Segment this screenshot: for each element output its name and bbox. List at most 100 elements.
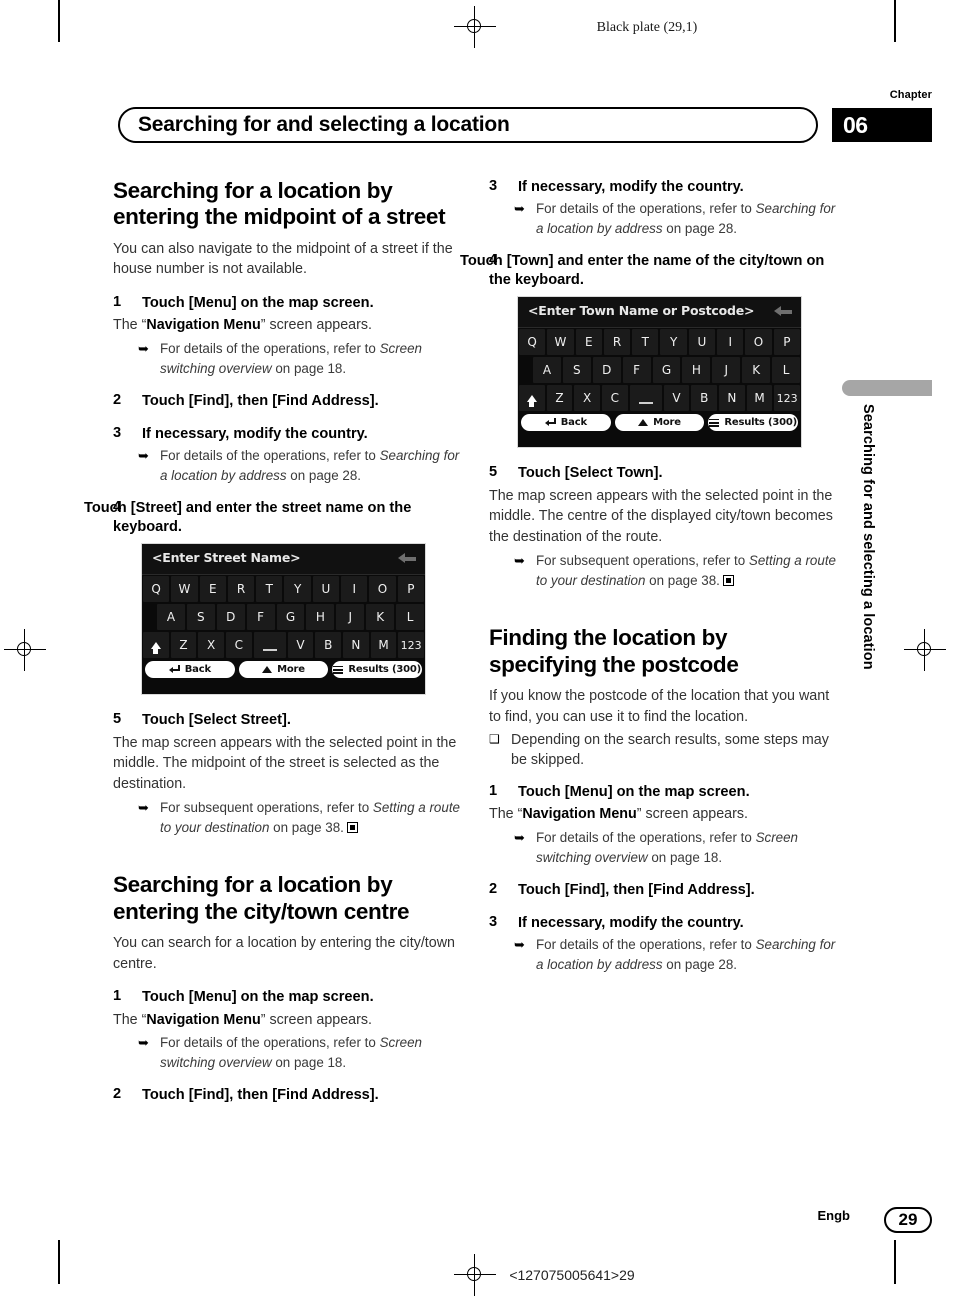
- keyboard-input-bar[interactable]: <Enter Town Name or Postcode>: [518, 297, 801, 329]
- key-k[interactable]: K: [742, 357, 771, 384]
- note-plain-2: on page 18.: [271, 1055, 347, 1071]
- key-z[interactable]: Z: [546, 385, 573, 412]
- more-button[interactable]: More: [614, 414, 705, 432]
- return-arrow-icon: [168, 665, 180, 674]
- left-column: Searching for a location by entering the…: [84, 178, 461, 1107]
- key-c[interactable]: C: [601, 385, 628, 412]
- key-i[interactable]: I: [717, 329, 744, 356]
- results-button[interactable]: Results (300): [332, 661, 423, 679]
- key-j[interactable]: J: [336, 604, 365, 631]
- key-y[interactable]: Y: [660, 329, 687, 356]
- key-c[interactable]: C: [225, 632, 252, 659]
- key-r[interactable]: R: [227, 576, 255, 603]
- back-button[interactable]: Back: [521, 414, 611, 432]
- reference-note: ➥ For details of the operations, refer t…: [113, 446, 461, 486]
- key-j[interactable]: J: [712, 357, 741, 384]
- result-suffix: ” screen appears.: [636, 806, 749, 823]
- key-m[interactable]: M: [746, 385, 773, 412]
- step-text: Touch [Street] and enter the street name…: [84, 499, 412, 536]
- step-result: The map screen appears with the selected…: [113, 734, 457, 793]
- key-s[interactable]: S: [562, 357, 591, 384]
- key-numeric-toggle[interactable]: 123: [398, 632, 424, 659]
- step-number: 2: [113, 391, 122, 408]
- reference-text: For subsequent operations, refer to Sett…: [160, 798, 461, 838]
- results-button[interactable]: Results (300): [708, 414, 799, 432]
- backspace-arrow-icon[interactable]: [398, 553, 416, 564]
- key-numeric-toggle[interactable]: 123: [774, 385, 800, 412]
- key-g[interactable]: G: [652, 357, 681, 384]
- key-x[interactable]: X: [574, 385, 600, 412]
- key-e[interactable]: E: [575, 329, 602, 356]
- key-o[interactable]: O: [745, 329, 772, 356]
- key-q[interactable]: Q: [519, 329, 546, 356]
- key-u[interactable]: U: [688, 329, 716, 356]
- key-l[interactable]: L: [396, 604, 425, 631]
- key-v[interactable]: V: [287, 632, 314, 659]
- key-w[interactable]: W: [171, 576, 198, 603]
- keyboard-input-bar[interactable]: <Enter Street Name>: [142, 544, 425, 576]
- reference-arrow-icon: ➥: [138, 799, 149, 815]
- key-b[interactable]: B: [315, 632, 342, 659]
- reference-note: ➥ For subsequent operations, refer to Se…: [489, 551, 837, 591]
- key-v[interactable]: V: [663, 385, 690, 412]
- shift-up-arrow-icon[interactable]: [143, 632, 169, 659]
- key-l[interactable]: L: [772, 357, 801, 384]
- section-intro-postcode: If you know the postcode of the location…: [489, 688, 830, 725]
- language-code: Engb: [817, 1208, 851, 1223]
- backspace-arrow-icon[interactable]: [774, 306, 792, 317]
- key-d[interactable]: D: [592, 357, 621, 384]
- key-a[interactable]: A: [533, 357, 561, 384]
- more-button[interactable]: More: [238, 661, 329, 679]
- reference-text: For details of the operations, refer to …: [160, 1033, 461, 1073]
- key-m[interactable]: M: [370, 632, 397, 659]
- step-item: 2 Touch [Find], then [Find Address].: [113, 1086, 461, 1105]
- note-plain-1: For details of the operations, refer to: [160, 1035, 380, 1051]
- key-t[interactable]: T: [256, 576, 283, 603]
- key-p[interactable]: P: [773, 329, 800, 356]
- step-result: The “Navigation Menu” screen appears.: [489, 804, 837, 825]
- key-g[interactable]: G: [276, 604, 305, 631]
- print-code-text: <127075005641>29: [509, 1267, 635, 1283]
- reference-arrow-icon: ➥: [514, 552, 525, 568]
- key-h[interactable]: H: [306, 604, 335, 631]
- note-plain-2: on page 28.: [662, 221, 738, 237]
- key-n[interactable]: N: [343, 632, 369, 659]
- key-s[interactable]: S: [186, 604, 215, 631]
- keyboard-row-2: A S D F G H J K L: [142, 603, 425, 631]
- key-k[interactable]: K: [366, 604, 395, 631]
- keyboard-button-row: Back More Results (300): [142, 659, 425, 681]
- reference-text: For details of the operations, refer to …: [160, 339, 461, 379]
- key-e[interactable]: E: [199, 576, 226, 603]
- key-x[interactable]: X: [198, 632, 224, 659]
- key-h[interactable]: H: [682, 357, 711, 384]
- right-column: 3 If necessary, modify the country. ➥ Fo…: [460, 178, 837, 988]
- key-u[interactable]: U: [312, 576, 340, 603]
- key-w[interactable]: W: [547, 329, 574, 356]
- key-t[interactable]: T: [632, 329, 659, 356]
- key-r[interactable]: R: [603, 329, 631, 356]
- key-d[interactable]: D: [216, 604, 245, 631]
- key-q[interactable]: Q: [143, 576, 170, 603]
- key-f[interactable]: F: [246, 604, 275, 631]
- note-plain-2: on page 28.: [286, 468, 362, 484]
- key-a[interactable]: A: [157, 604, 185, 631]
- key-i[interactable]: I: [341, 576, 368, 603]
- section-intro-city-town-centre: You can search for a location by enterin…: [113, 935, 456, 972]
- key-n[interactable]: N: [719, 385, 745, 412]
- key-space[interactable]: [253, 632, 286, 659]
- back-button[interactable]: Back: [145, 661, 235, 679]
- shift-up-arrow-icon[interactable]: [519, 385, 545, 412]
- key-space[interactable]: [629, 385, 662, 412]
- step-item: 1 Touch [Menu] on the map screen.: [113, 294, 461, 313]
- reference-note: ➥ For details of the operations, refer t…: [489, 828, 837, 868]
- key-o[interactable]: O: [369, 576, 396, 603]
- key-b[interactable]: B: [691, 385, 718, 412]
- key-y[interactable]: Y: [284, 576, 311, 603]
- step-text: If necessary, modify the country.: [142, 425, 368, 442]
- step-number: 3: [489, 913, 498, 930]
- key-f[interactable]: F: [622, 357, 651, 384]
- keyboard-button-row: Back More Results (300): [518, 412, 801, 434]
- key-p[interactable]: P: [397, 576, 424, 603]
- key-z[interactable]: Z: [170, 632, 197, 659]
- step-text: Touch [Find], then [Find Address].: [518, 881, 755, 898]
